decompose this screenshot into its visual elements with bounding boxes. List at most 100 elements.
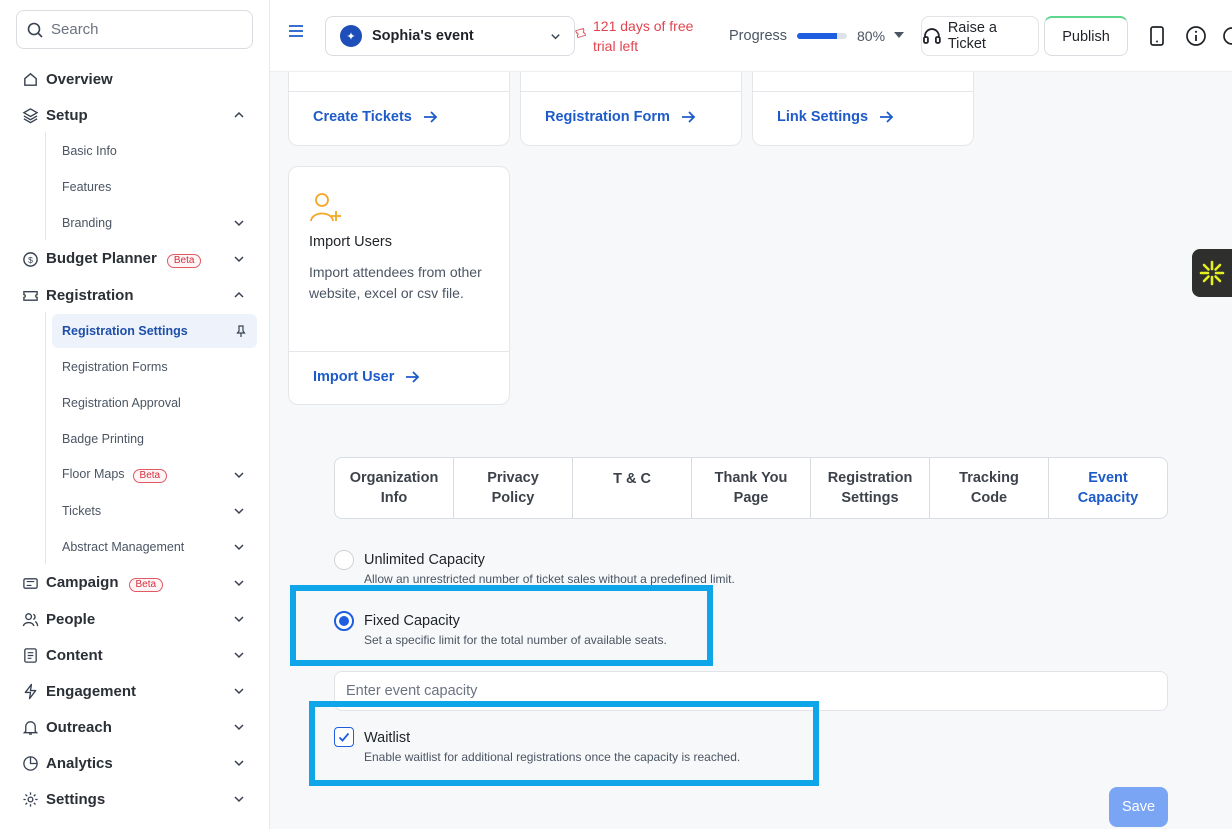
chevron-down-icon[interactable] [232, 792, 246, 806]
import-user-link[interactable]: Import User [313, 369, 420, 385]
link-settings-link[interactable]: Link Settings [777, 109, 894, 125]
caret-down-icon[interactable] [894, 32, 904, 38]
beta-badge: Beta [128, 578, 164, 592]
chevron-up-icon[interactable] [232, 108, 246, 122]
raise-ticket-button[interactable]: Raise a Ticket [921, 16, 1039, 56]
sidebar-item-features[interactable]: Features [52, 170, 257, 204]
sidebar-item-setup[interactable]: Setup [0, 98, 270, 132]
arrow-right-icon [681, 111, 696, 123]
sidebar-item-label: Budget Planner Beta [46, 250, 202, 268]
chevron-down-icon[interactable] [232, 540, 246, 554]
top-bar: ✦ Sophia's event 121 days of free trial … [270, 0, 1232, 72]
sidebar-item-content[interactable]: Content [0, 638, 270, 672]
help-widget[interactable] [1192, 249, 1232, 297]
pin-icon[interactable] [234, 324, 248, 338]
publish-button[interactable]: Publish [1044, 16, 1128, 56]
sidebar-item-overview[interactable]: Overview [0, 62, 270, 96]
chat-icon[interactable] [1223, 25, 1232, 47]
sidebar-item-registration-approval[interactable]: Registration Approval [52, 386, 257, 420]
tab-thank-you-page[interactable]: Thank You Page [692, 458, 811, 518]
ticket-icon [21, 286, 39, 304]
chevron-down-icon[interactable] [232, 216, 246, 230]
sidebar-item-badge-printing[interactable]: Badge Printing [52, 422, 257, 456]
chevron-down-icon[interactable] [232, 756, 246, 770]
link-label: Registration Form [545, 109, 670, 125]
sidebar-item-settings[interactable]: Settings [0, 782, 270, 816]
event-selector[interactable]: ✦ Sophia's event [325, 16, 575, 56]
sidebar-item-registration-forms[interactable]: Registration Forms [52, 350, 257, 384]
chevron-down-icon[interactable] [232, 252, 246, 266]
tab-label: T & C [613, 471, 651, 487]
lightning-icon [21, 682, 39, 700]
label-text: Budget Planner [46, 250, 157, 267]
sidebar-item-registration[interactable]: Registration [0, 278, 270, 312]
ticket-icon [575, 27, 587, 39]
registration-form-card: Registration Form [520, 72, 742, 146]
raise-ticket-label: Raise a Ticket [947, 20, 997, 52]
registration-form-link[interactable]: Registration Form [545, 109, 696, 125]
bell-icon [21, 718, 39, 736]
dollar-circle-icon: $ [21, 250, 39, 268]
sidebar-item-label: Settings [46, 790, 106, 808]
sidebar-item-label: Registration Approval [62, 396, 181, 410]
save-button[interactable]: Save [1109, 787, 1168, 827]
chevron-down-icon[interactable] [232, 648, 246, 662]
sidebar-item-floor-maps[interactable]: Floor Maps Beta [52, 458, 257, 492]
link-label: Create Tickets [313, 109, 412, 125]
info-icon[interactable] [1185, 25, 1207, 47]
sidebar-item-tickets[interactable]: Tickets [52, 494, 257, 528]
sidebar-item-abstract-management[interactable]: Abstract Management [52, 530, 257, 564]
label-text: Campaign [46, 574, 119, 591]
submenu-line [45, 312, 46, 564]
sidebar-item-outreach[interactable]: Outreach [0, 710, 270, 744]
headset-icon [923, 28, 941, 44]
chevron-down-icon[interactable] [232, 720, 246, 734]
menu-icon[interactable] [288, 23, 304, 39]
label-text: Floor Maps [62, 467, 125, 481]
sidebar-item-engagement[interactable]: Engagement [0, 674, 270, 708]
sidebar-item-basic-info[interactable]: Basic Info [52, 134, 257, 168]
tab-label: Privacy Policy [487, 470, 539, 506]
mobile-icon[interactable] [1146, 25, 1168, 47]
svg-text:$: $ [28, 254, 33, 264]
sidebar-item-analytics[interactable]: Analytics [0, 746, 270, 780]
tab-registration-settings[interactable]: Registration Settings [811, 458, 930, 518]
tab-organization-info[interactable]: Organization Info [335, 458, 454, 518]
search-box[interactable]: Search [16, 10, 253, 49]
sidebar-item-label: Floor Maps Beta [62, 467, 168, 483]
card-divider [521, 91, 741, 92]
chevron-down-icon[interactable] [232, 576, 246, 590]
option-description: Allow an unrestricted number of ticket s… [364, 572, 735, 586]
sidebar-item-campaign[interactable]: Campaign Beta [0, 566, 270, 600]
sidebar-item-people[interactable]: People [0, 602, 270, 636]
unlimited-capacity-radio[interactable] [334, 550, 354, 570]
sidebar-item-label: Features [62, 180, 112, 194]
home-icon [21, 70, 39, 88]
tab-tracking-code[interactable]: Tracking Code [930, 458, 1049, 518]
tab-terms-conditions[interactable]: T & C [573, 458, 692, 518]
sidebar-item-branding[interactable]: Branding [52, 206, 257, 240]
chevron-down-icon[interactable] [232, 684, 246, 698]
chevron-up-icon[interactable] [232, 288, 246, 302]
pie-chart-icon [21, 754, 39, 772]
sidebar-item-registration-settings[interactable]: Registration Settings [52, 314, 257, 348]
tab-privacy-policy[interactable]: Privacy Policy [454, 458, 573, 518]
arrow-right-icon [406, 371, 420, 383]
tab-label: Organization Info [349, 470, 439, 506]
user-plus-icon [310, 193, 341, 222]
users-icon [21, 610, 39, 628]
create-tickets-link[interactable]: Create Tickets [313, 109, 438, 125]
sidebar-item-label: Engagement [46, 682, 137, 700]
tab-label: Thank You Page [714, 470, 788, 506]
chevron-down-icon[interactable] [232, 504, 246, 518]
link-label: Link Settings [777, 109, 869, 125]
tab-event-capacity[interactable]: Event Capacity [1049, 458, 1167, 518]
sidebar-item-budget-planner[interactable]: $ Budget Planner Beta [0, 242, 270, 276]
highlight-box-fixed-capacity [290, 585, 713, 666]
tab-label: Event Capacity [1077, 470, 1139, 506]
option-title: Unlimited Capacity [364, 552, 485, 568]
chevron-down-icon[interactable] [232, 612, 246, 626]
chevron-down-icon[interactable] [232, 468, 246, 482]
asterisk-icon [1199, 260, 1225, 286]
search-input[interactable]: Search [51, 21, 99, 38]
